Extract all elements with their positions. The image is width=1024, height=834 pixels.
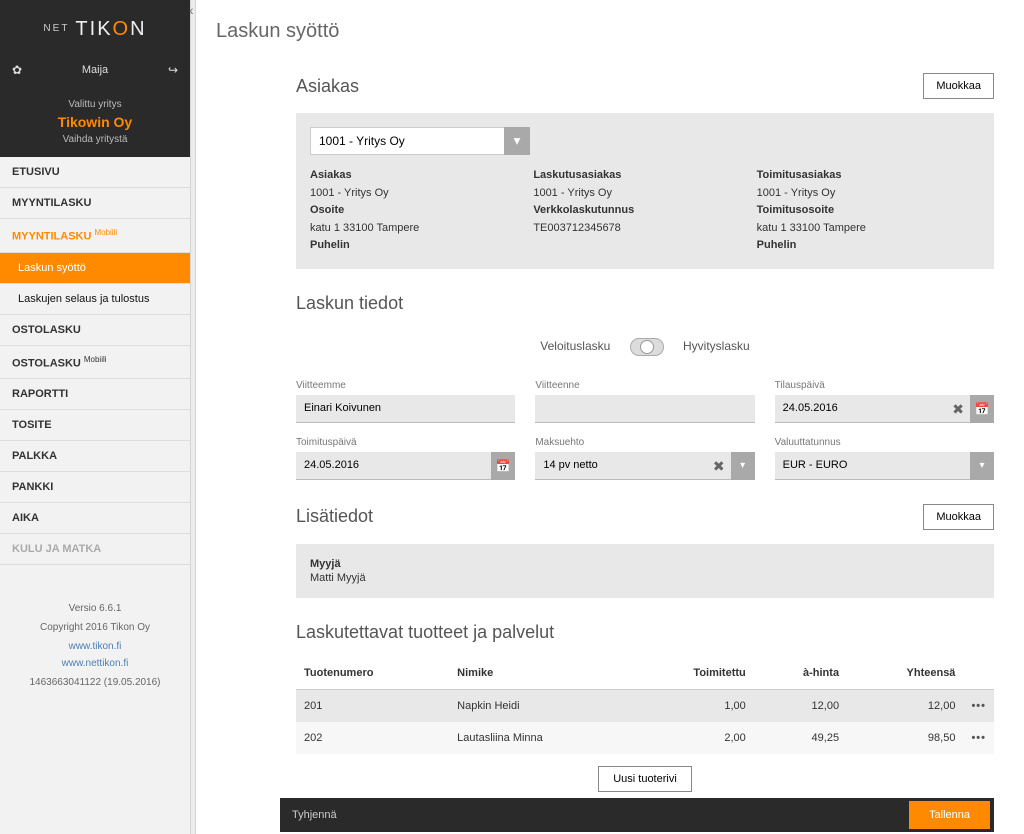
field-viitteenne: Viitteenne	[535, 380, 754, 423]
new-product-row-button[interactable]: Uusi tuoterivi	[598, 766, 692, 792]
nav-raportti[interactable]: RAPORTTI	[0, 379, 190, 410]
nav-ostolasku[interactable]: OSTOLASKU	[0, 315, 190, 346]
field-viitteemme: Viitteemme	[296, 380, 515, 423]
products-table: Tuotenumero Nimike Toimitettu à-hinta Yh…	[296, 657, 994, 754]
table-row[interactable]: 202 Lautasliina Minna 2,00 49,25 98,50 •…	[296, 722, 994, 754]
details-section-title: Laskun tiedot	[296, 293, 403, 314]
toggle-label-right: Hyvityslasku	[683, 339, 750, 353]
customer-col-toimitus: Toimitusasiakas 1001 - Yritys Oy Toimitu…	[757, 167, 980, 255]
viitteenne-input[interactable]	[535, 395, 754, 423]
main-content: Laskun syöttö Asiakas Muokkaa ▾ Asiakas …	[196, 0, 1024, 834]
field-toimituspaiva: Toimituspäivä 📅	[296, 437, 515, 480]
clear-maksuehto-icon[interactable]: ✖	[713, 458, 725, 475]
products-section-title: Laskutettavat tuotteet ja palvelut	[296, 622, 554, 643]
toggle-label-left: Veloituslasku	[540, 339, 610, 353]
toimituspaiva-input[interactable]	[296, 452, 515, 480]
table-row[interactable]: 201 Napkin Heidi 1,00 12,00 12,00 •••	[296, 689, 994, 722]
valuutta-dropdown-icon[interactable]: ▾	[970, 452, 994, 480]
nav: ETUSIVU MYYNTILASKU MYYNTILASKUMobiili L…	[0, 157, 190, 834]
nav-aika[interactable]: AIKA	[0, 503, 190, 534]
change-company-link[interactable]: Vaihda yritystä	[0, 134, 190, 145]
th-nimike: Nimike	[449, 657, 631, 690]
logout-icon[interactable]: ↪	[168, 63, 178, 77]
nav-myyntilasku-mobiili[interactable]: MYYNTILASKUMobiili	[0, 219, 190, 253]
link-nettikon[interactable]: www.nettikon.fi	[0, 658, 190, 669]
save-button[interactable]: Tallenna	[909, 801, 990, 829]
nav-kulu-ja-matka[interactable]: KULU JA MATKA	[0, 534, 190, 565]
th-toimitettu: Toimitettu	[631, 657, 753, 690]
nav-ostolasku-mobiili[interactable]: OSTOLASKUMobiili	[0, 346, 190, 380]
clear-button[interactable]: Tyhjennä	[292, 809, 337, 821]
field-tilauspaiva: Tilauspäivä ✖ 📅	[775, 380, 994, 423]
build-text: 1463663041122 (19.05.2016)	[0, 677, 190, 688]
nav-myyntilasku[interactable]: MYYNTILASKU	[0, 188, 190, 219]
nav-palkka[interactable]: PALKKA	[0, 441, 190, 472]
calendar-tilauspaiva-icon[interactable]: 📅	[970, 395, 994, 423]
maksuehto-dropdown-icon[interactable]: ▾	[731, 452, 755, 480]
invoice-type-toggle[interactable]	[630, 338, 664, 356]
customer-section-title: Asiakas	[296, 76, 359, 97]
customer-col-asiakas: Asiakas 1001 - Yritys Oy Osoite katu 1 3…	[310, 167, 533, 255]
company-block: Valittu yritys Tikowin Oy Vaihda yrityst…	[0, 93, 190, 157]
customer-section: Asiakas Muokkaa ▾ Asiakas 1001 - Yritys …	[296, 73, 994, 269]
th-yhteensa: Yhteensä	[847, 657, 963, 690]
th-tuotenumero: Tuotenumero	[296, 657, 449, 690]
version-text: Versio 6.6.1	[0, 603, 190, 614]
customer-select-dropdown[interactable]: ▾	[504, 127, 530, 155]
nav-sub-laskun-syotto[interactable]: Laskun syöttö	[0, 253, 190, 284]
sidebar-footer: Versio 6.6.1 Copyright 2016 Tikon Oy www…	[0, 565, 190, 726]
customer-box: ▾ Asiakas 1001 - Yritys Oy Osoite katu 1…	[296, 113, 994, 269]
clear-tilauspaiva-icon[interactable]: ✖	[952, 401, 964, 418]
row-menu-icon[interactable]: •••	[971, 732, 986, 744]
invoice-type-toggle-row: Veloituslasku Hyvityslasku	[296, 338, 994, 356]
nav-sub-laskujen-selaus[interactable]: Laskujen selaus ja tulostus	[0, 284, 190, 315]
extra-section-title: Lisätiedot	[296, 506, 373, 527]
details-section: Laskun tiedot Veloituslasku Hyvityslasku…	[296, 293, 994, 480]
user-row: ✿ Maija ↪	[0, 55, 190, 93]
brand-logo: NETTIKON	[0, 0, 190, 55]
calendar-toimituspaiva-icon[interactable]: 📅	[491, 452, 515, 480]
extra-box: Myyjä Matti Myyjä	[296, 544, 994, 598]
viitteemme-input[interactable]	[296, 395, 515, 423]
extra-section: Lisätiedot Muokkaa Myyjä Matti Myyjä	[296, 504, 994, 598]
page-title: Laskun syöttö	[216, 20, 994, 43]
seller-label: Myyjä	[310, 558, 980, 570]
field-maksuehto: Maksuehto ✖ ▾	[535, 437, 754, 480]
field-valuutta: Valuuttatunnus ▾	[775, 437, 994, 480]
nav-tosite[interactable]: TOSITE	[0, 410, 190, 441]
sidebar: NETTIKON ✿ Maija ↪ Valittu yritys Tikowi…	[0, 0, 190, 834]
seller-value: Matti Myyjä	[310, 572, 980, 584]
company-name: Tikowin Oy	[0, 114, 190, 130]
link-tikon[interactable]: www.tikon.fi	[0, 641, 190, 652]
th-ahinta: à-hinta	[754, 657, 847, 690]
action-bar: Tyhjennä Tallenna	[280, 798, 994, 832]
customer-col-laskutus: Laskutusasiakas 1001 - Yritys Oy Verkkol…	[533, 167, 756, 255]
edit-extra-button[interactable]: Muokkaa	[923, 504, 994, 530]
copyright-text: Copyright 2016 Tikon Oy	[0, 622, 190, 633]
settings-icon[interactable]: ✿	[12, 63, 22, 77]
nav-pankki[interactable]: PANKKI	[0, 472, 190, 503]
nav-etusivu[interactable]: ETUSIVU	[0, 157, 190, 188]
new-row-wrap: Uusi tuoterivi	[296, 754, 994, 804]
company-label: Valittu yritys	[0, 99, 190, 110]
valuutta-input[interactable]	[775, 452, 994, 480]
user-name: Maija	[22, 64, 168, 76]
edit-customer-button[interactable]: Muokkaa	[923, 73, 994, 99]
customer-select-input[interactable]	[310, 127, 530, 155]
row-menu-icon[interactable]: •••	[971, 700, 986, 712]
customer-select: ▾	[310, 127, 530, 155]
